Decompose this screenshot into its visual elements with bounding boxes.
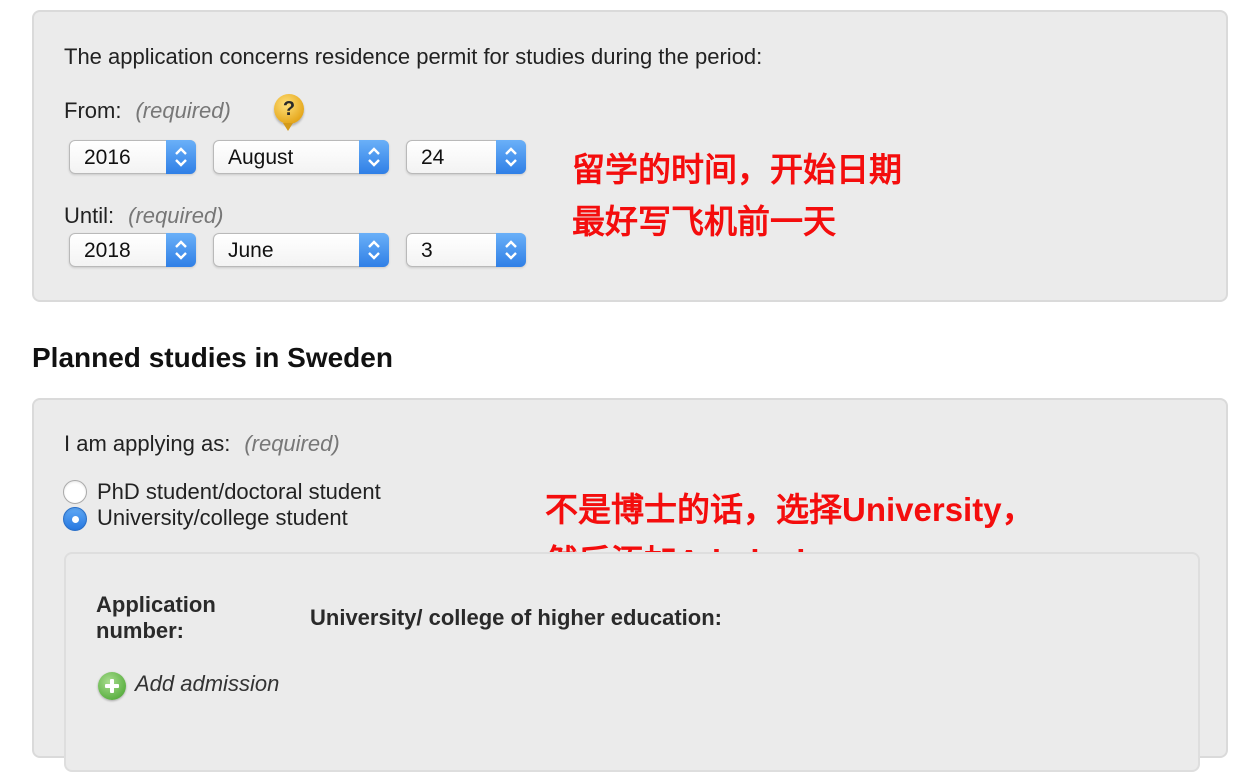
annotation-studies-line1: 不是博士的话，选择University， — [545, 491, 1035, 528]
until-month-value: June — [228, 239, 274, 262]
col-application-number-line2: number: — [96, 618, 184, 643]
until-label-row: Until: (required) — [64, 203, 224, 229]
from-label-row: From: (required) — [64, 98, 231, 124]
annotation-period-line1: 留学的时间，开始日期 — [572, 151, 902, 188]
help-icon-symbol: ? — [282, 98, 296, 120]
study-period-panel: The application concerns residence permi… — [32, 10, 1228, 302]
from-year-select[interactable]: 2016 — [69, 140, 196, 174]
until-year-select[interactable]: 2018 — [69, 233, 196, 267]
until-year-value: 2018 — [84, 239, 131, 262]
from-year-value: 2016 — [84, 146, 131, 169]
add-icon[interactable] — [98, 672, 126, 700]
radio-university[interactable] — [63, 507, 87, 531]
admissions-panel: Application number: University/ college … — [64, 552, 1200, 772]
radio-phd-label[interactable]: PhD student/doctoral student — [97, 479, 381, 505]
until-required-hint: (required) — [128, 203, 224, 228]
col-application-number-line1: Application — [96, 592, 216, 617]
from-month-select[interactable]: August — [213, 140, 389, 174]
until-day-value: 3 — [421, 239, 433, 262]
from-day-select[interactable]: 24 — [406, 140, 526, 174]
from-month-value: August — [228, 146, 294, 169]
radio-phd[interactable] — [63, 480, 87, 504]
col-application-number: Application number: — [96, 592, 216, 644]
select-arrows-icon — [496, 140, 526, 174]
col-university: University/ college of higher education: — [310, 605, 722, 630]
applying-as-required-hint: (required) — [244, 431, 340, 456]
until-month-select[interactable]: June — [213, 233, 389, 267]
period-intro-text: The application concerns residence permi… — [64, 44, 763, 69]
annotation-period-line2: 最好写飞机前一天 — [572, 203, 836, 240]
from-required-hint: (required) — [135, 98, 231, 123]
select-arrows-icon — [166, 233, 196, 267]
help-icon[interactable]: ? — [274, 94, 304, 131]
select-arrows-icon — [496, 233, 526, 267]
select-arrows-icon — [359, 140, 389, 174]
until-label: Until: — [64, 203, 115, 228]
add-admission-link[interactable]: Add admission — [135, 671, 279, 697]
until-day-select[interactable]: 3 — [406, 233, 526, 267]
select-arrows-icon — [166, 140, 196, 174]
applying-as-label: I am applying as: — [64, 431, 231, 456]
planned-studies-panel: I am applying as: (required) PhD student/… — [32, 398, 1228, 772]
from-label: From: — [64, 98, 122, 123]
radio-university-label[interactable]: University/college student — [97, 505, 348, 531]
from-day-value: 24 — [421, 146, 445, 169]
section-heading: Planned studies in Sweden — [32, 342, 393, 373]
applying-as-row: I am applying as: (required) — [64, 431, 340, 457]
select-arrows-icon — [359, 233, 389, 267]
